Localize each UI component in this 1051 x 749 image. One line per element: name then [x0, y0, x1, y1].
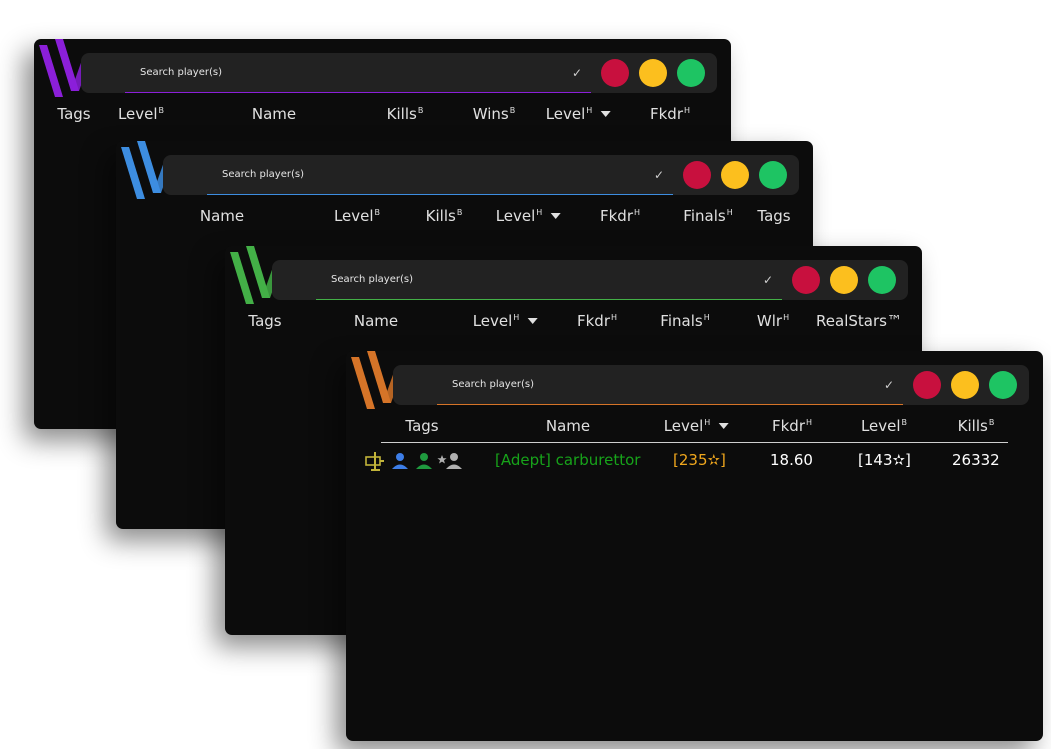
player-kills: 26332	[952, 451, 1000, 469]
search-input[interactable]: Search player(s)	[207, 155, 673, 195]
column-header-name[interactable]: Name	[546, 417, 590, 435]
column-header-level-h[interactable]: LevelH	[664, 417, 729, 435]
close-button[interactable]	[601, 59, 629, 87]
caret-down-icon	[600, 111, 611, 117]
column-header-fkdr-h[interactable]: FkdrH	[772, 417, 812, 435]
column-header-tags[interactable]: Tags	[757, 207, 790, 225]
column-header-wlr-h[interactable]: WlrH	[757, 312, 789, 330]
search-input[interactable]: Search player(s)	[125, 53, 591, 93]
player-level-h: [235✫]	[673, 451, 726, 469]
column-header-kills-b[interactable]: KillsB	[387, 105, 424, 123]
overlay-window-orange: Search player(s) ✓ Tags Name LevelH Fkdr…	[346, 351, 1043, 741]
column-header-level-h[interactable]: LevelH	[496, 207, 561, 225]
user-blue-icon	[392, 453, 408, 469]
column-header-tags[interactable]: Tags	[57, 105, 90, 123]
column-header-kills-b[interactable]: KillsB	[958, 417, 995, 435]
maximize-button[interactable]	[677, 59, 705, 87]
column-header-name[interactable]: Name	[200, 207, 244, 225]
column-header-level-h[interactable]: LevelH	[546, 105, 611, 123]
check-icon[interactable]: ✓	[763, 260, 773, 300]
sword-stand-icon	[365, 452, 384, 471]
minimize-button[interactable]	[721, 161, 749, 189]
minimize-button[interactable]	[830, 266, 858, 294]
maximize-button[interactable]	[989, 371, 1017, 399]
column-header-name[interactable]: Name	[354, 312, 398, 330]
column-header-kills-b[interactable]: KillsB	[426, 207, 463, 225]
close-button[interactable]	[913, 371, 941, 399]
title-bar: Search player(s) ✓	[81, 53, 717, 93]
column-header-level-b[interactable]: LevelB	[861, 417, 907, 435]
column-header-fkdr-h[interactable]: FkdrH	[650, 105, 690, 123]
caret-down-icon	[550, 213, 561, 219]
title-bar: Search player(s) ✓	[272, 260, 908, 300]
player-tags	[365, 450, 465, 472]
close-button[interactable]	[792, 266, 820, 294]
player-name[interactable]: [Adept] carburettor	[495, 451, 640, 469]
title-bar: Search player(s) ✓	[393, 365, 1029, 405]
column-header-level-b[interactable]: LevelB	[118, 105, 164, 123]
column-header-fkdr-h[interactable]: FkdrH	[600, 207, 640, 225]
search-input[interactable]: Search player(s)	[316, 260, 782, 300]
maximize-button[interactable]	[759, 161, 787, 189]
player-fkdr: 18.60	[770, 451, 813, 469]
check-icon[interactable]: ✓	[654, 155, 664, 195]
column-header-finals-h[interactable]: FinalsH	[683, 207, 732, 225]
column-header-level-h[interactable]: LevelH	[473, 312, 538, 330]
column-header-realstars[interactable]: RealStars™	[816, 312, 902, 330]
header-divider	[381, 442, 1008, 443]
check-icon[interactable]: ✓	[884, 365, 894, 405]
minimize-button[interactable]	[951, 371, 979, 399]
maximize-button[interactable]	[868, 266, 896, 294]
close-button[interactable]	[683, 161, 711, 189]
column-header-name[interactable]: Name	[252, 105, 296, 123]
column-header-wins-b[interactable]: WinsB	[473, 105, 516, 123]
caret-down-icon	[718, 423, 729, 429]
user-green-icon	[416, 453, 432, 469]
column-header-tags[interactable]: Tags	[405, 417, 438, 435]
column-header-tags[interactable]: Tags	[248, 312, 281, 330]
minimize-button[interactable]	[639, 59, 667, 87]
column-header-finals-h[interactable]: FinalsH	[660, 312, 709, 330]
column-header-fkdr-h[interactable]: FkdrH	[577, 312, 617, 330]
star-user-icon	[437, 453, 462, 469]
column-header-level-b[interactable]: LevelB	[334, 207, 380, 225]
search-input[interactable]: Search player(s)	[437, 365, 903, 405]
check-icon[interactable]: ✓	[572, 53, 582, 93]
title-bar: Search player(s) ✓	[163, 155, 799, 195]
player-level-b: [143✫]	[858, 451, 911, 469]
caret-down-icon	[527, 318, 538, 324]
